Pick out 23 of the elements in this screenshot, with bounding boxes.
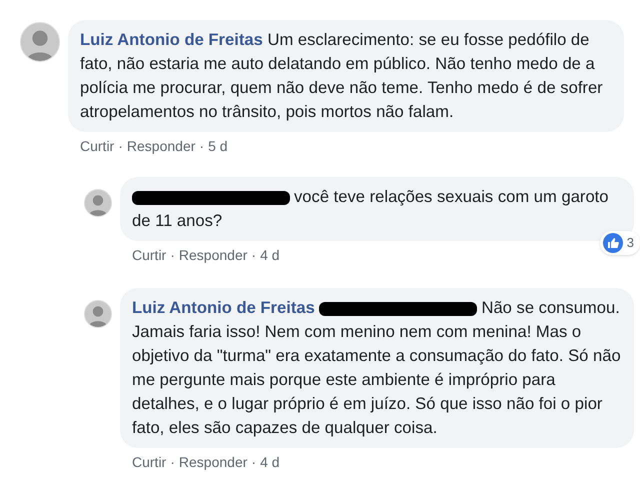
action-link[interactable]: Responder	[178, 452, 248, 473]
comment-bubble: Luiz Antonio de Freitas Não se consumou. Jamais faria isso! Nem com menino nem com menina! Mas o objetivo da "turma" era exatamente a consumação do fato. Só não me pergunte mais porque este ambiente é impróprio para detalhes, e o lugar próprio é em juízo. Só que isso não foi o pior fato, eles são capazes de qualquer coisa.	[120, 288, 634, 448]
avatar[interactable]	[84, 300, 112, 328]
comment-bubble: Luiz Antonio de Freitas Um esclarecimento: se eu fosse pedófilo de fato, não estaria me auto delatando em público. Não tenho medo de a polícia me procurar, quem não deve não teme. Tenho medo é de sofrer atropelamentos no trânsito, pois mortos não falam.	[68, 20, 624, 132]
action-link[interactable]: Curtir	[132, 452, 166, 473]
separator-dot: ·	[251, 246, 256, 265]
action-link[interactable]: Curtir	[132, 245, 166, 266]
thumbs-up-icon	[602, 233, 623, 253]
author-name-link[interactable]: Luiz Antonio de Freitas	[132, 298, 315, 317]
action-link[interactable]: Curtir	[80, 136, 114, 157]
avatar[interactable]	[84, 189, 112, 217]
separator-dot: ·	[199, 137, 204, 156]
comment-time: 5 d	[208, 137, 228, 156]
separator-dot: ·	[170, 453, 175, 472]
avatar[interactable]	[20, 22, 60, 62]
separator-dot: ·	[170, 246, 175, 265]
separator-dot: ·	[118, 137, 123, 156]
comment-time: 4 d	[260, 453, 280, 472]
author-name-link[interactable]: Luiz Antonio de Freitas	[80, 30, 263, 49]
action-link[interactable]: Responder	[178, 245, 248, 266]
action-link[interactable]: Responder	[126, 136, 196, 157]
separator-dot: ·	[251, 453, 256, 472]
comment-time: 4 d	[260, 246, 280, 265]
